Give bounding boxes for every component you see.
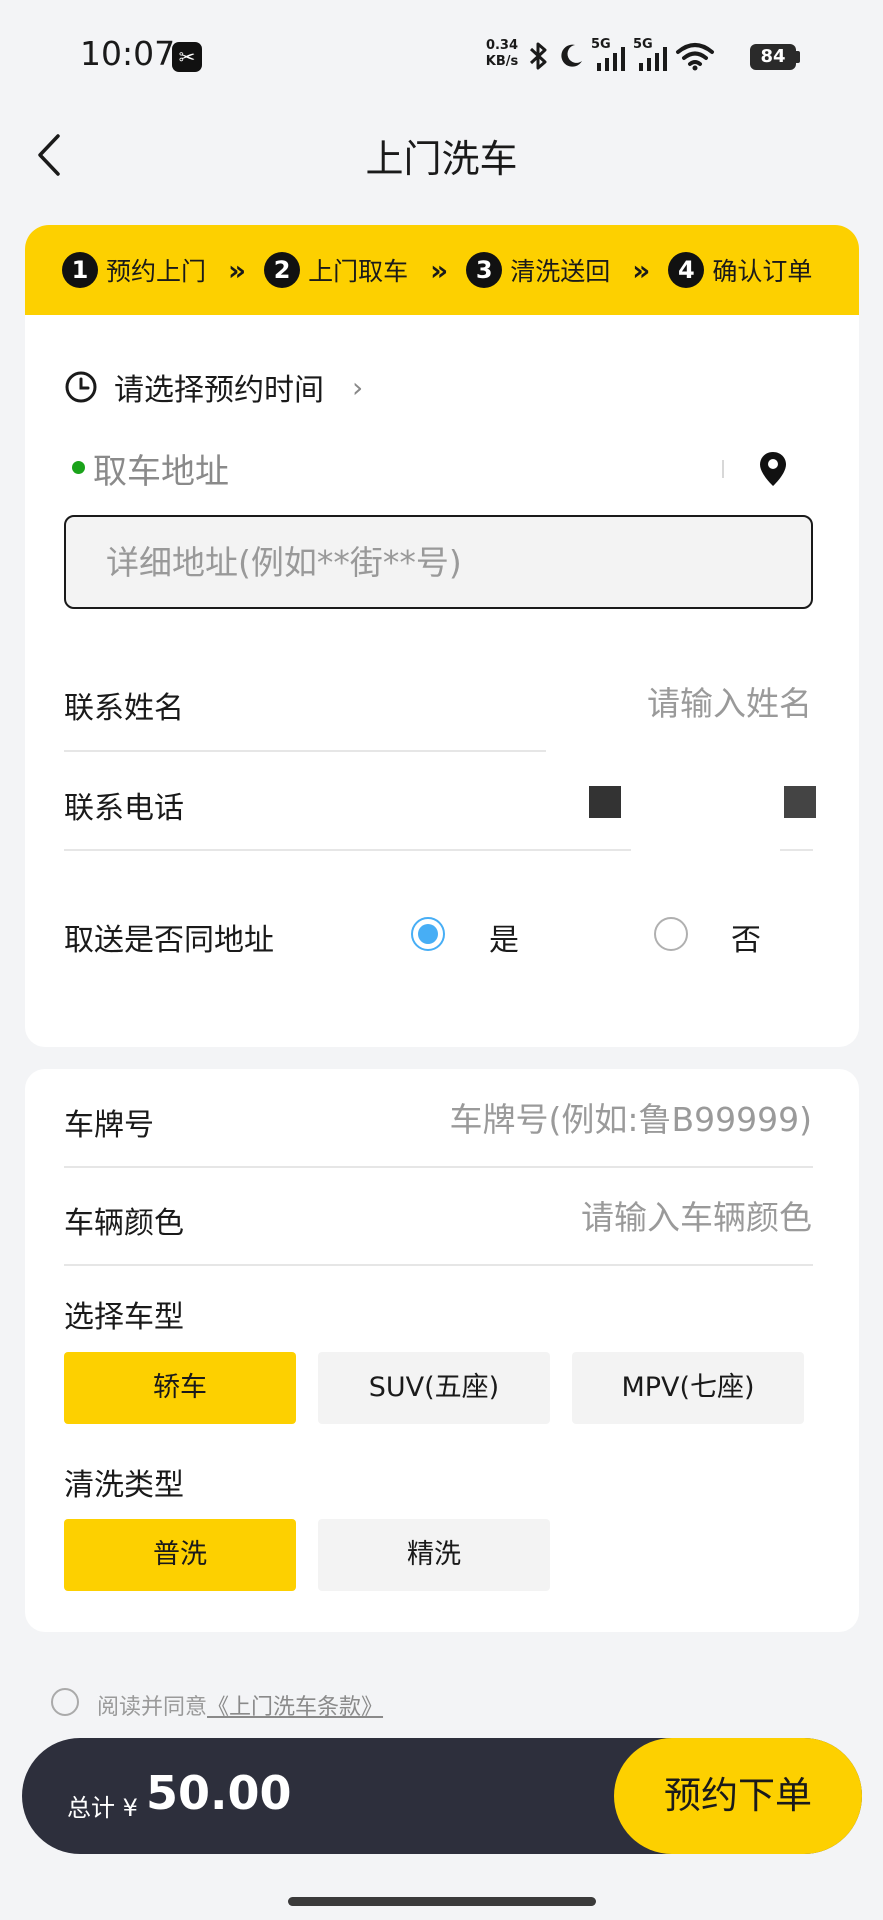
step-4: 4 确认订单 (668, 252, 812, 288)
vehicle-type-option-sedan[interactable]: 轿车 (64, 1352, 296, 1424)
appointment-time-placeholder: 请选择预约时间 (114, 373, 324, 408)
same-address-no-radio[interactable] (654, 917, 688, 951)
redaction-block (784, 786, 816, 818)
step-label: 确认订单 (712, 257, 813, 286)
pickup-address-field[interactable]: 取车地址 (93, 444, 229, 493)
redaction-block (589, 786, 621, 818)
wash-type-option-premium[interactable]: 精洗 (318, 1519, 550, 1591)
moon-icon (561, 44, 582, 67)
bluetooth-icon (529, 42, 547, 70)
appointment-time-selector[interactable]: 请选择预约时间 › (64, 365, 363, 409)
signal-5g-icon: 5G (591, 37, 627, 71)
page-title: 上门洗车 (365, 137, 518, 181)
step-separator-icon: » (430, 253, 449, 287)
total-label: 总计 ¥ (67, 1794, 138, 1822)
status-icons: 5G 5G (525, 37, 715, 74)
divider (64, 849, 631, 851)
scissors-icon: ✂ (172, 42, 202, 72)
clock-icon (65, 371, 97, 403)
step-label: 上门取车 (308, 257, 409, 286)
contact-phone-label: 联系电话 (64, 791, 184, 826)
battery-tip (796, 51, 800, 63)
wash-type-title: 清洗类型 (64, 1468, 184, 1503)
agreement-terms-link[interactable]: 《上门洗车条款》 (207, 1695, 383, 1720)
step-3: 3 清洗送回 (466, 252, 610, 288)
vehicle-type-title: 选择车型 (64, 1300, 184, 1335)
divider (722, 460, 724, 478)
same-address-no-label[interactable]: 否 (731, 915, 761, 959)
vehicle-type-option-suv[interactable]: SUV(五座) (318, 1352, 550, 1424)
step-label: 预约上门 (106, 257, 207, 286)
contact-phone-input[interactable] (460, 780, 812, 826)
step-label: 清洗送回 (510, 257, 611, 286)
detail-address-box (64, 515, 813, 609)
network-speed: 0.34 KB/s (482, 38, 522, 70)
divider (64, 1166, 813, 1168)
vehicle-type-option-mpv[interactable]: MPV(七座) (572, 1352, 804, 1424)
agreement-text: 阅读并同意《上门洗车条款》 (97, 1689, 383, 1721)
divider (780, 849, 813, 851)
vehicle-color-input[interactable] (460, 1194, 812, 1240)
contact-name-input[interactable] (460, 680, 812, 726)
pickup-dot-icon (72, 461, 85, 474)
submit-order-button[interactable]: 预约下单 (614, 1738, 862, 1854)
step-1: 1 预约上门 (62, 252, 206, 288)
step-number: 4 (668, 252, 705, 288)
network-speed-value: 0.34 (485, 38, 519, 53)
agreement-checkbox[interactable] (51, 1688, 79, 1716)
step-separator-icon: » (228, 253, 247, 287)
wash-type-option-standard[interactable]: 普洗 (64, 1519, 296, 1591)
divider (64, 1264, 813, 1266)
same-address-yes-radio[interactable] (411, 917, 445, 951)
battery-indicator: 84 (750, 44, 796, 70)
step-progress: 1 预约上门 » 2 上门取车 » 3 清洗送回 » 4 确认订单 (62, 250, 812, 290)
back-arrow-icon[interactable] (30, 130, 70, 180)
chevron-right-icon: › (352, 370, 364, 404)
agreement-prefix: 阅读并同意 (97, 1695, 208, 1720)
detail-address-input[interactable] (106, 539, 766, 585)
divider (64, 750, 546, 752)
status-time: 10:07 (80, 34, 176, 73)
home-indicator[interactable] (288, 1897, 596, 1906)
plate-input[interactable] (390, 1096, 812, 1142)
step-number: 2 (264, 252, 301, 288)
step-separator-icon: » (632, 253, 651, 287)
same-address-yes-label[interactable]: 是 (489, 915, 519, 959)
network-speed-unit: KB/s (485, 54, 519, 69)
step-number: 3 (466, 252, 503, 288)
total-amount: 50.00 (146, 1766, 292, 1820)
step-number: 1 (62, 252, 98, 288)
location-pin-icon[interactable] (759, 451, 787, 487)
plate-label: 车牌号 (64, 1108, 154, 1143)
same-address-label: 取送是否同地址 (64, 923, 274, 958)
wifi-icon (676, 43, 714, 71)
signal-5g-icon: 5G (633, 37, 669, 71)
vehicle-color-label: 车辆颜色 (64, 1206, 184, 1241)
step-2: 2 上门取车 (264, 252, 408, 288)
contact-name-label: 联系姓名 (64, 691, 184, 726)
